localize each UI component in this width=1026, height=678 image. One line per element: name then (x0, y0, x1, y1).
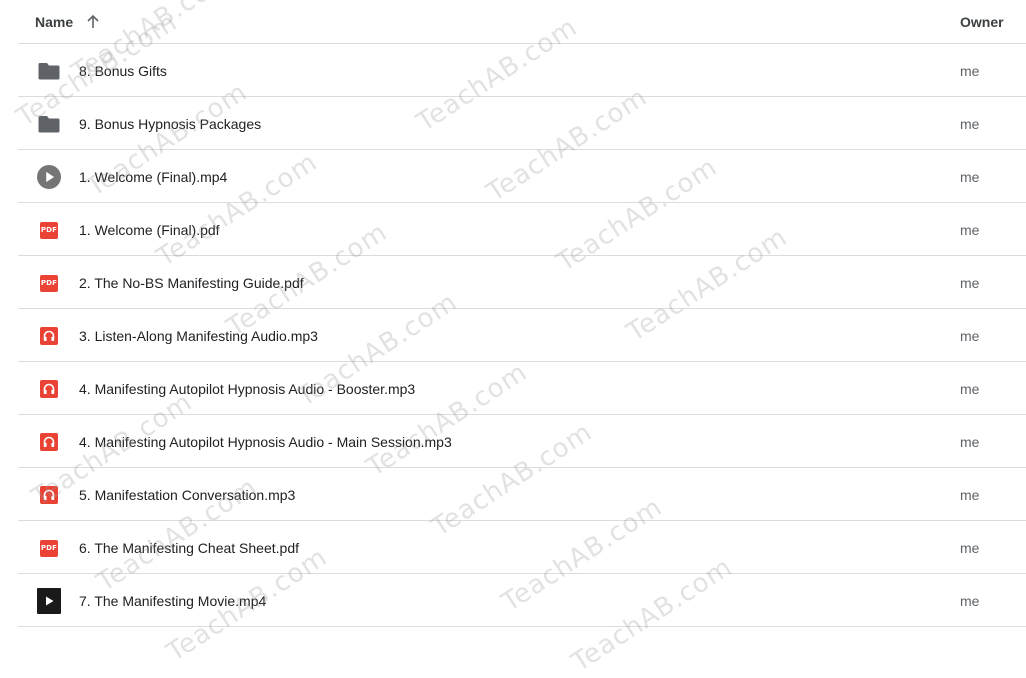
pdf-badge: PDF (40, 539, 58, 557)
video-play-icon (37, 165, 61, 189)
list-item[interactable]: 3. Listen-Along Manifesting Audio.mp3 me (18, 309, 1026, 362)
list-item[interactable]: 1. Welcome (Final).mp4 me (18, 150, 1026, 203)
file-owner: me (960, 116, 980, 132)
file-owner: me (960, 63, 980, 79)
list-item[interactable]: 5. Manifestation Conversation.mp3 me (18, 468, 1026, 521)
owner-column-header: Owner (960, 14, 1004, 30)
file-owner: me (960, 381, 980, 397)
file-name: 4. Manifesting Autopilot Hypnosis Audio … (79, 381, 416, 397)
file-owner: me (960, 169, 980, 185)
file-owner: me (960, 222, 980, 238)
list-item[interactable]: 8. Bonus Gifts me (18, 44, 1026, 97)
file-owner: me (960, 540, 980, 556)
folder-icon (37, 112, 61, 136)
file-name: 4. Manifesting Autopilot Hypnosis Audio … (79, 434, 452, 450)
name-column-header[interactable]: Name (35, 14, 101, 30)
pdf-icon: PDF (37, 218, 61, 242)
list-item[interactable]: 4. Manifesting Autopilot Hypnosis Audio … (18, 415, 1026, 468)
file-owner: me (960, 434, 980, 450)
name-column-label: Name (35, 14, 74, 30)
audio-icon (37, 483, 61, 507)
pdf-badge: PDF (40, 221, 58, 239)
file-name: 9. Bonus Hypnosis Packages (79, 116, 262, 132)
file-name: 8. Bonus Gifts (79, 63, 167, 79)
file-name: 2. The No-BS Manifesting Guide.pdf (79, 275, 304, 291)
list-header: Name Owner (18, 0, 1026, 44)
audio-icon (37, 324, 61, 348)
file-name: 1. Welcome (Final).mp4 (79, 169, 228, 185)
audio-icon (37, 377, 61, 401)
audio-icon (37, 430, 61, 454)
file-owner: me (960, 275, 980, 291)
file-name: 6. The Manifesting Cheat Sheet.pdf (79, 540, 299, 556)
pdf-icon: PDF (37, 536, 61, 560)
list-item[interactable]: PDF 1. Welcome (Final).pdf me (18, 203, 1026, 256)
file-name: 1. Welcome (Final).pdf (79, 222, 220, 238)
list-item[interactable]: 7. The Manifesting Movie.mp4 me (18, 574, 1026, 627)
list-item[interactable]: 9. Bonus Hypnosis Packages me (18, 97, 1026, 150)
arrow-up-icon[interactable] (85, 14, 101, 30)
list-item[interactable]: PDF 2. The No-BS Manifesting Guide.pdf m… (18, 256, 1026, 309)
list-item[interactable]: PDF 6. The Manifesting Cheat Sheet.pdf m… (18, 521, 1026, 574)
list-item[interactable]: 4. Manifesting Autopilot Hypnosis Audio … (18, 362, 1026, 415)
video-thumbnail-icon (37, 588, 61, 614)
file-name: 3. Listen-Along Manifesting Audio.mp3 (79, 328, 318, 344)
file-owner: me (960, 593, 980, 609)
folder-icon (37, 59, 61, 83)
pdf-badge: PDF (40, 274, 58, 292)
file-owner: me (960, 487, 980, 503)
file-list: Name Owner 8. Bonus Gifts me 9. Bonus Hy… (18, 0, 1026, 627)
file-name: 5. Manifestation Conversation.mp3 (79, 487, 296, 503)
file-owner: me (960, 328, 980, 344)
pdf-icon: PDF (37, 271, 61, 295)
file-name: 7. The Manifesting Movie.mp4 (79, 593, 267, 609)
